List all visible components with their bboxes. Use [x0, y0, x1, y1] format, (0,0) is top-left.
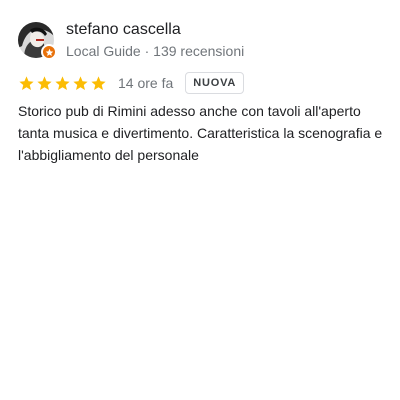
author-info: stefano cascella Local Guide · 139 recen… — [66, 20, 244, 60]
star-icon — [19, 75, 34, 90]
review-time: 14 ore fa — [118, 75, 174, 91]
author-name[interactable]: stefano cascella — [66, 20, 244, 40]
new-badge: NUOVA — [185, 72, 245, 94]
review-card: stefano cascella Local Guide · 139 recen… — [0, 0, 400, 400]
star-icon — [73, 75, 88, 90]
local-guide-star-icon — [41, 44, 57, 60]
author-meta: Local Guide · 139 recensioni — [66, 43, 245, 59]
avatar-container[interactable] — [18, 22, 57, 60]
star-icon — [37, 75, 52, 90]
review-header: stefano cascella Local Guide · 139 recen… — [18, 20, 244, 60]
star-icon — [55, 75, 70, 90]
star-icon — [91, 75, 106, 90]
review-text: Storico pub di Rimini adesso anche con t… — [18, 103, 383, 163]
star-rating — [18, 75, 108, 92]
rating-row: 14 ore fa NUOVA — [18, 72, 245, 94]
